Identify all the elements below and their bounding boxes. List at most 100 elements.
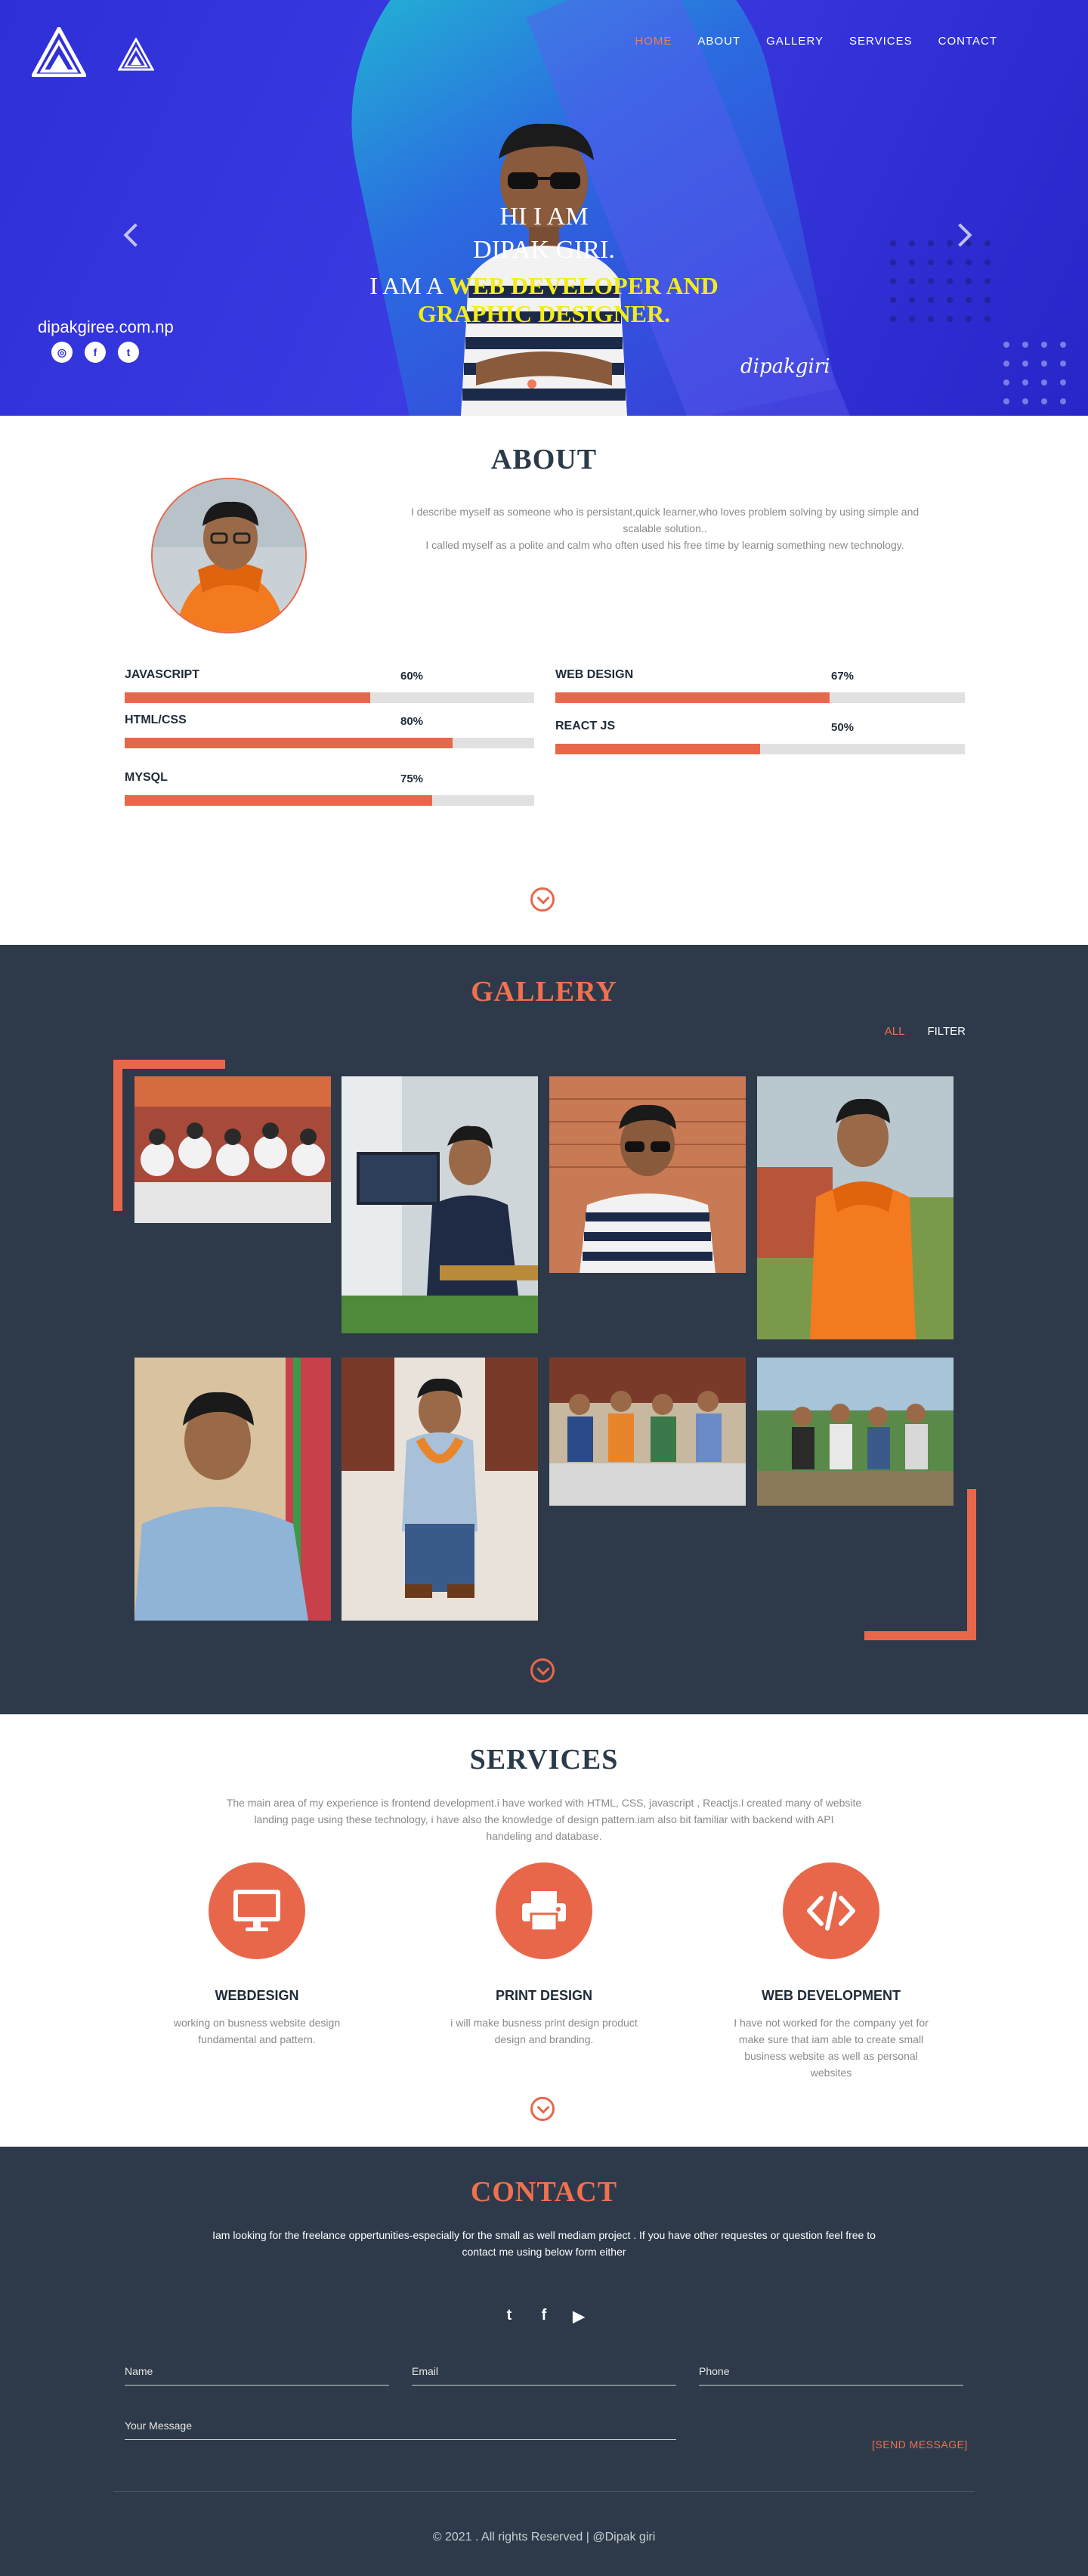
hero-greeting: HI I AM (499, 203, 589, 231)
hero-role-prefix: I AM A (369, 272, 449, 299)
decor-dot (984, 278, 991, 284)
site-logo[interactable] (32, 27, 86, 77)
contact-desc-line1: Iam looking for the freelance oppertunit… (212, 2229, 876, 2241)
skill-percent: 67% (831, 670, 855, 683)
gallery-photo-friends-outdoor[interactable] (757, 1358, 954, 1506)
about-desc-line2: scalable solution.. (623, 522, 707, 534)
service-desc: working on busness website design fundam… (173, 2017, 341, 2045)
decor-dot (966, 240, 972, 246)
scroll-down-icon[interactable] (530, 2097, 555, 2121)
contact-title: CONTACT (470, 2176, 618, 2208)
gallery-section: GALLERY ALL FILTER (0, 945, 1088, 1714)
facebook-icon[interactable]: f (535, 2307, 553, 2326)
gallery-photo-desk[interactable] (342, 1076, 538, 1333)
skill-bar-fill (125, 795, 432, 806)
send-message-button[interactable]: [SEND MESSAGE] (872, 2438, 968, 2451)
carousel-indicator[interactable] (527, 379, 536, 389)
gallery-photo-garland[interactable] (342, 1358, 538, 1621)
services-section: SERVICES The main area of my experience … (0, 1714, 1088, 2147)
gallery-photo-friends-sitting[interactable] (549, 1358, 746, 1506)
service-print-design: PRINT DESIGN i will make busness print d… (446, 1862, 642, 2048)
decor-dot (966, 278, 972, 284)
decor-dots (890, 240, 991, 322)
filter-toggle[interactable]: FILTER (927, 1025, 966, 1038)
instagram-icon[interactable]: ◎ (51, 342, 73, 363)
nav-contact[interactable]: CONTACT (938, 35, 997, 48)
decor-dot (947, 240, 953, 246)
decor-dot (928, 297, 934, 303)
gallery-photo-orange-hoodie[interactable] (757, 1076, 954, 1339)
skill-percent: 80% (400, 715, 424, 728)
filter-all[interactable]: ALL (885, 1025, 905, 1038)
decor-dots-light (1003, 342, 1066, 404)
gallery-photo-brickwall[interactable] (549, 1076, 746, 1273)
decor-corner-bottom-right (864, 1489, 976, 1640)
message-field[interactable] (125, 2413, 676, 2438)
phone-field[interactable] (699, 2358, 963, 2384)
skill-html-css: HTML/CSS 80% (125, 714, 534, 748)
about-title: ABOUT (490, 444, 598, 475)
nav-services[interactable]: SERVICES (849, 35, 913, 48)
skill-react-js: REACT JS 50% (555, 720, 965, 754)
service-web-development: WEB DEVELOPMENT I have not worked for th… (733, 1862, 929, 2081)
scroll-down-icon[interactable] (530, 1658, 555, 1683)
skill-bar-fill (125, 692, 371, 703)
phone-field-wrap (699, 2358, 963, 2386)
skill-javascript: JAVASCRIPT 60% (125, 668, 534, 703)
about-description: I describe myself as someone who is pers… (393, 503, 937, 553)
secondary-logo (118, 38, 154, 71)
service-webdesign: WEBDESIGN working on busness website des… (159, 1862, 355, 2048)
hero-section: HOME ABOUT GALLERY SERVICES CONTACT HI I… (0, 0, 1088, 416)
contact-social-links: t f ▶ (500, 2307, 588, 2326)
nav-home[interactable]: HOME (635, 35, 672, 48)
main-nav: HOME ABOUT GALLERY SERVICES CONTACT (635, 35, 997, 48)
decor-dot (947, 297, 953, 303)
skill-bar-fill (555, 744, 760, 754)
twitter-icon[interactable]: t (500, 2307, 518, 2326)
gallery-photo-blue-shirt[interactable] (134, 1358, 331, 1621)
services-desc-line3: handeling and database. (486, 1830, 602, 1842)
scroll-down-icon[interactable] (530, 887, 555, 912)
services-title: SERVICES (469, 1744, 619, 1776)
decor-dot (984, 297, 991, 303)
contact-description: Iam looking for the freelance oppertunit… (181, 2227, 907, 2260)
decor-dot (909, 297, 915, 303)
name-field[interactable] (125, 2358, 389, 2384)
contact-desc-line2: contact me using below form either (462, 2246, 626, 2258)
gallery-photo-group[interactable] (134, 1076, 331, 1223)
decor-dot (890, 297, 896, 303)
skill-bar-track (555, 744, 965, 754)
decor-dot (1060, 361, 1066, 367)
skill-name: JAVASCRIPT (125, 668, 199, 681)
skill-percent: 75% (400, 772, 424, 785)
decor-dot (1060, 398, 1066, 404)
facebook-icon[interactable]: f (85, 342, 106, 363)
skill-name: REACT JS (555, 720, 616, 732)
decor-dot (928, 278, 934, 284)
email-field[interactable] (412, 2358, 676, 2384)
message-field-wrap (125, 2413, 676, 2440)
skill-bar-track (125, 738, 534, 748)
decor-dot (928, 316, 934, 322)
service-title: WEBDESIGN (215, 1988, 299, 2003)
about-desc-line1: I describe myself as someone who is pers… (410, 506, 920, 518)
skill-bar-track (125, 692, 534, 703)
decor-dot (1022, 398, 1028, 404)
decor-dot (890, 316, 896, 322)
decor-dot (966, 259, 972, 265)
nav-about[interactable]: ABOUT (697, 35, 740, 48)
skill-bar-track (125, 795, 534, 806)
nav-gallery[interactable]: GALLERY (766, 35, 824, 48)
skill-bar-fill (125, 738, 453, 748)
decor-dot (890, 240, 896, 246)
decor-dot (1041, 361, 1047, 367)
skill-web-design: WEB DESIGN 67% (555, 668, 965, 703)
decor-dot (1022, 342, 1028, 348)
services-description: The main area of my experience is fronte… (196, 1794, 892, 1844)
youtube-icon[interactable]: ▶ (570, 2307, 588, 2326)
decor-dot (909, 259, 915, 265)
twitter-icon[interactable]: t (118, 342, 139, 363)
skill-bar-fill (555, 692, 830, 703)
name-field-wrap (125, 2358, 389, 2386)
services-desc-line1: The main area of my experience is fronte… (226, 1797, 862, 1809)
